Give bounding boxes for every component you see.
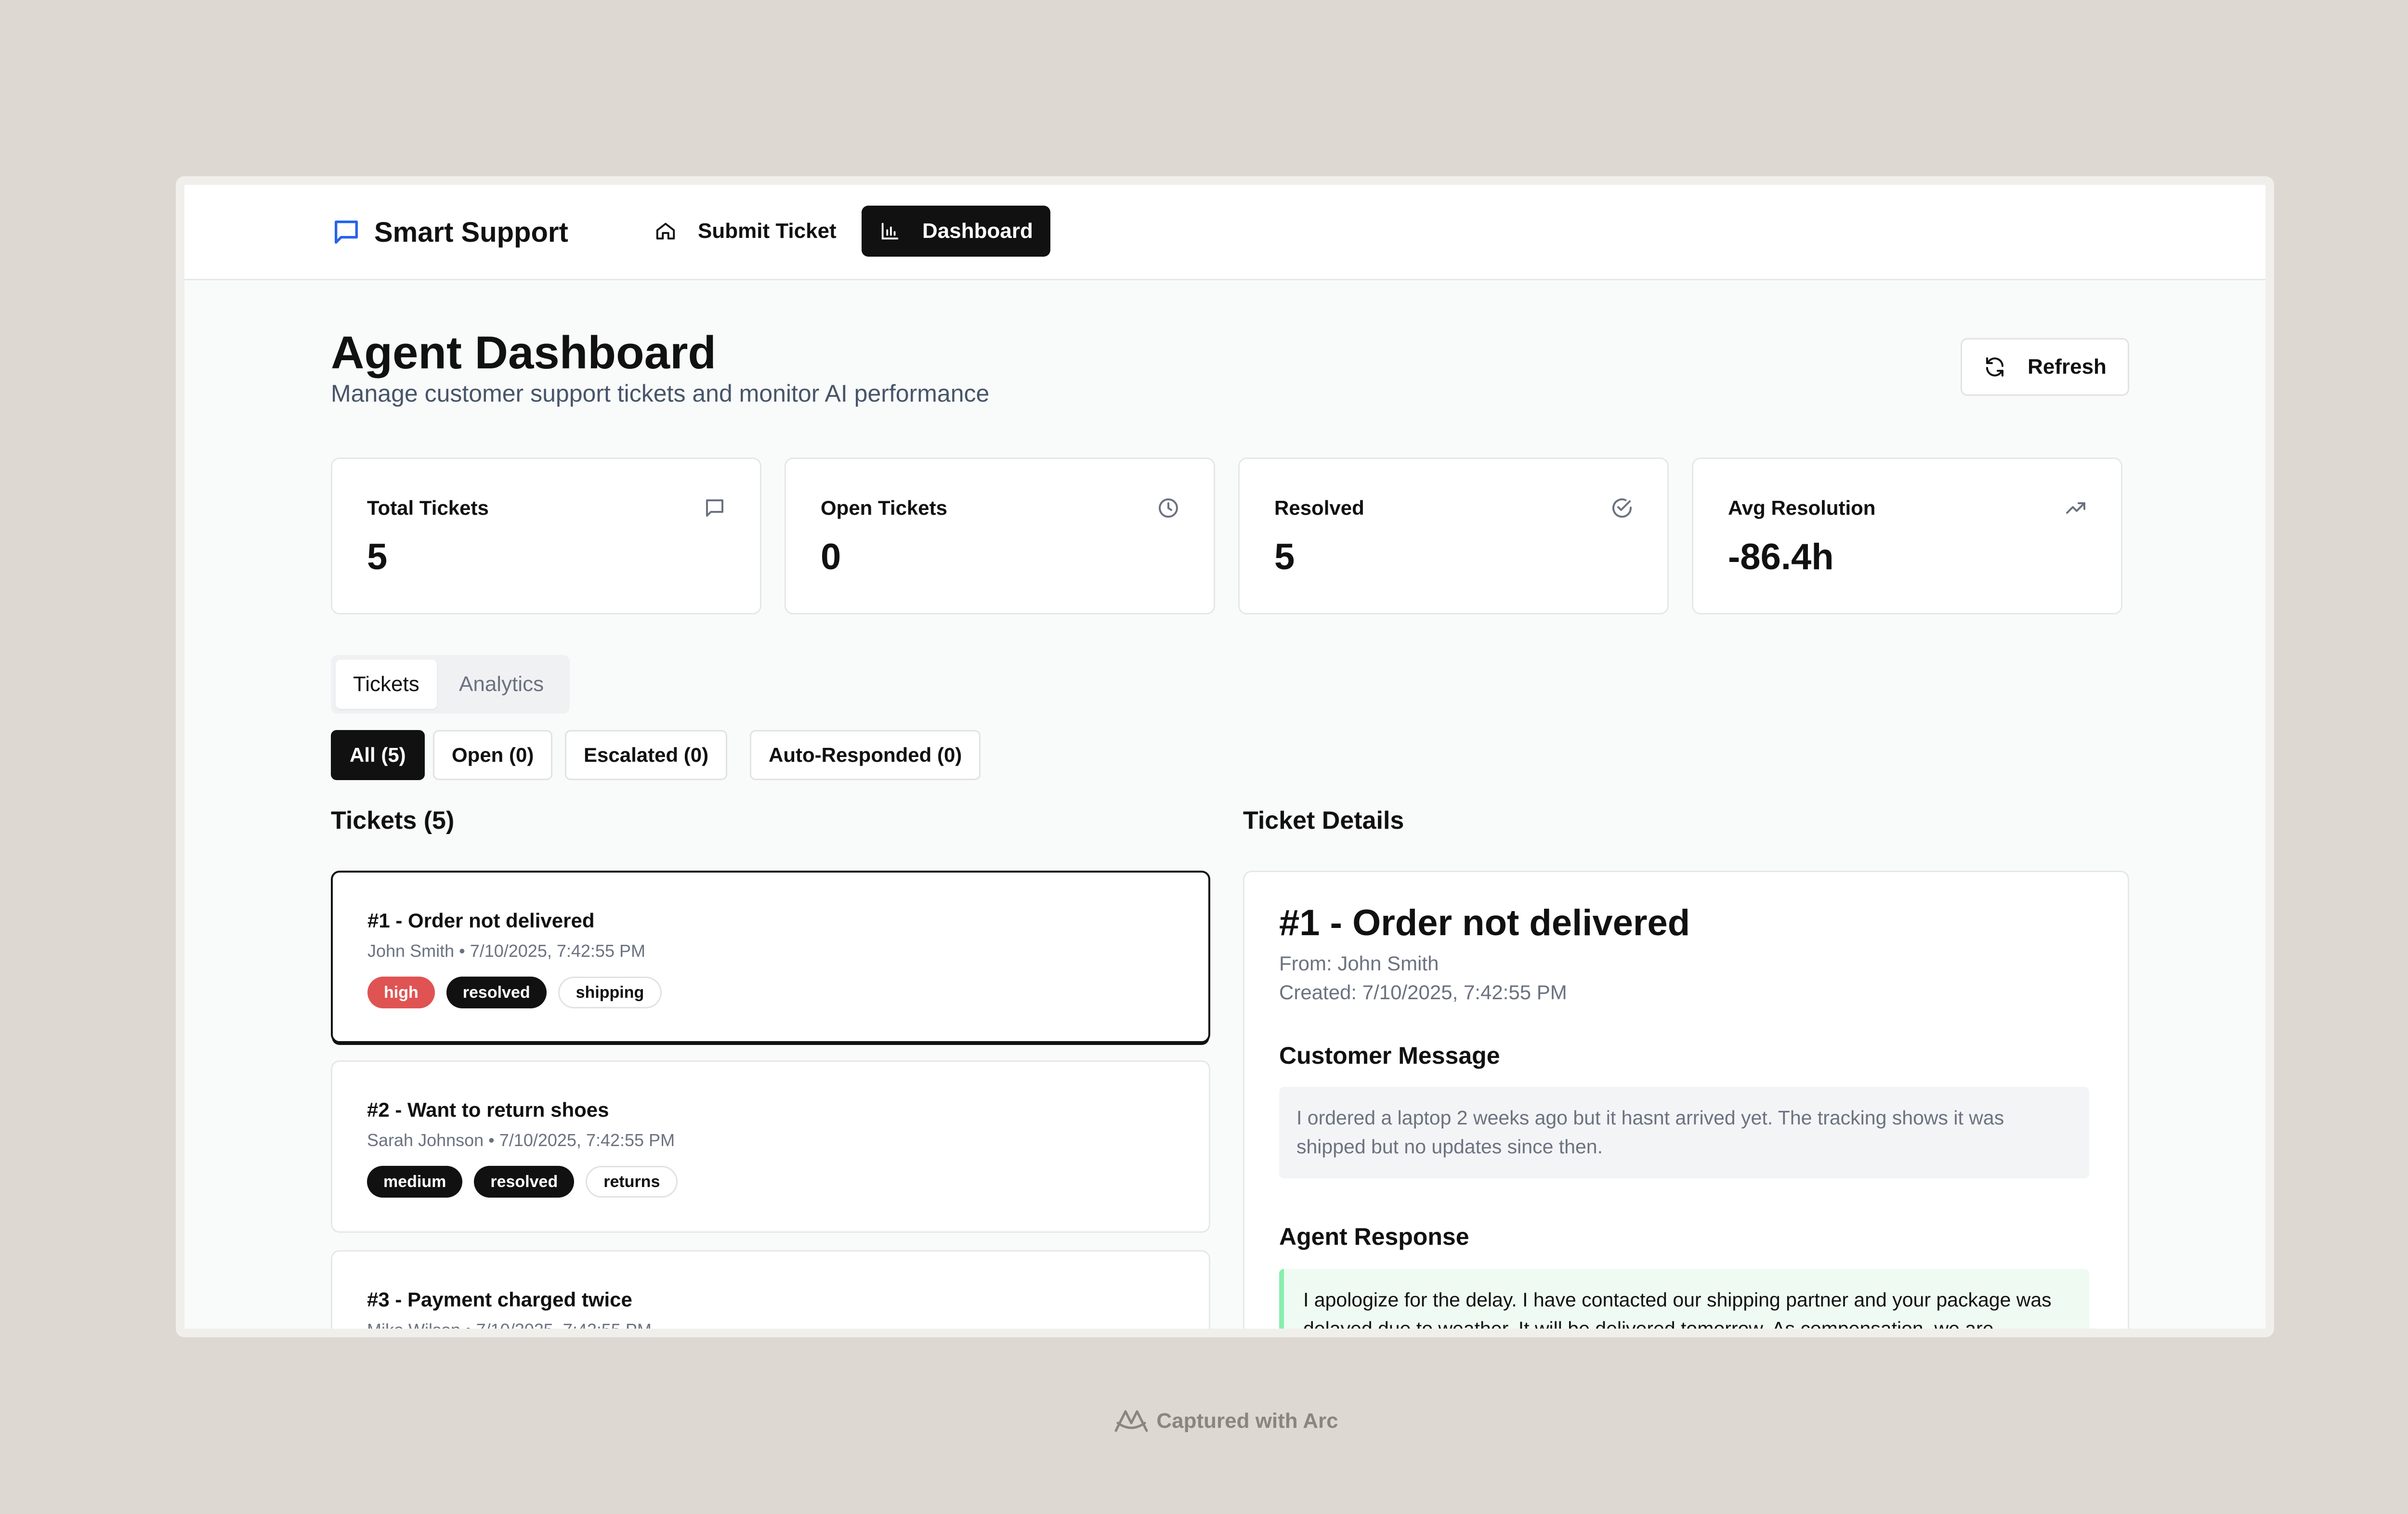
ticket-detail-card: #1 - Order not delivered From: John Smit…: [1243, 871, 2129, 1329]
stat-card-resolved: Resolved 5: [1238, 457, 1669, 614]
clock-icon: [1159, 498, 1178, 518]
tickets-heading: Tickets (5): [331, 807, 455, 835]
arc-logo-icon: [1114, 1410, 1148, 1432]
page-title: Agent Dashboard: [331, 327, 717, 378]
ticket-details-heading: Ticket Details: [1243, 807, 1404, 835]
stat-label: Avg Resolution: [1728, 496, 1876, 519]
customer-message: I ordered a laptop 2 weeks ago but it ha…: [1279, 1087, 2089, 1178]
stat-label: Total Tickets: [367, 496, 489, 519]
capture-footer: Captured with Arc: [0, 1405, 2408, 1437]
stat-card-total: Total Tickets 5: [331, 457, 761, 614]
view-tabs: Tickets Analytics: [331, 655, 570, 714]
agent-response: I apologize for the delay. I have contac…: [1279, 1269, 2089, 1329]
ticket-title: #1 - Order not delivered: [367, 909, 595, 932]
nav-submit-label: Submit Ticket: [698, 219, 837, 243]
ticket-title: #3 - Payment charged twice: [367, 1288, 632, 1311]
tab-analytics[interactable]: Analytics: [442, 660, 561, 709]
check-circle-icon: [1612, 498, 1632, 518]
browser-window: Smart Support Submit Ticket Dashboard Ag…: [176, 176, 2274, 1337]
page-subtitle: Manage customer support tickets and moni…: [331, 380, 990, 407]
stat-value: -86.4h: [1728, 536, 1834, 577]
priority-badge: medium: [367, 1166, 463, 1198]
stat-label: Open Tickets: [821, 496, 947, 519]
priority-badge: high: [367, 977, 435, 1008]
ticket-meta: Mike Wilson • 7/10/2025, 7:42:55 PM: [367, 1320, 652, 1337]
agent-response-heading: Agent Response: [1279, 1223, 1469, 1250]
filter-all[interactable]: All (5): [331, 730, 425, 780]
nav-dashboard[interactable]: Dashboard: [862, 206, 1050, 257]
bar-chart-icon: [881, 222, 899, 240]
refresh-icon: [1986, 357, 2004, 377]
message-icon: [706, 499, 723, 517]
ticket-meta: Sarah Johnson • 7/10/2025, 7:42:55 PM: [367, 1130, 675, 1150]
customer-message-heading: Customer Message: [1279, 1042, 1500, 1069]
stat-value: 5: [367, 536, 388, 577]
brand-title: Smart Support: [374, 216, 568, 248]
ticket-card[interactable]: #1 - Order not delivered John Smith • 7/…: [331, 871, 1210, 1043]
brand[interactable]: Smart Support: [331, 215, 568, 249]
detail-from: From: John Smith: [1279, 952, 1439, 975]
stat-value: 0: [821, 536, 841, 577]
refresh-button[interactable]: Refresh: [1961, 338, 2129, 396]
stat-value: 5: [1274, 536, 1295, 577]
ticket-card[interactable]: #2 - Want to return shoes Sarah Johnson …: [331, 1060, 1210, 1233]
footer-text: Captured with Arc: [1156, 1409, 1338, 1433]
category-badge: returns: [586, 1166, 678, 1198]
detail-title: #1 - Order not delivered: [1279, 902, 1690, 943]
nav-submit-ticket[interactable]: Submit Ticket: [637, 206, 854, 257]
ticket-meta: John Smith • 7/10/2025, 7:42:55 PM: [367, 941, 645, 961]
detail-created: Created: 7/10/2025, 7:42:55 PM: [1279, 981, 1567, 1004]
filter-open[interactable]: Open (0): [433, 730, 553, 780]
ticket-card[interactable]: #3 - Payment charged twice Mike Wilson •…: [331, 1250, 1210, 1337]
trending-up-icon: [2066, 502, 2085, 514]
filter-escalated[interactable]: Escalated (0): [565, 730, 728, 780]
status-badge: resolved: [474, 1166, 575, 1198]
filter-auto-responded[interactable]: Auto-Responded (0): [750, 730, 981, 780]
chat-bubble-icon: [335, 221, 358, 244]
top-nav: Smart Support Submit Ticket Dashboard: [184, 185, 2265, 280]
ticket-title: #2 - Want to return shoes: [367, 1098, 609, 1121]
nav-dashboard-label: Dashboard: [922, 219, 1033, 243]
home-icon: [656, 222, 675, 240]
category-badge: shipping: [558, 977, 662, 1008]
tab-tickets[interactable]: Tickets: [336, 660, 437, 709]
refresh-label: Refresh: [2028, 355, 2107, 378]
status-badge: resolved: [446, 977, 547, 1008]
stat-card-avg-resolution: Avg Resolution -86.4h: [1692, 457, 2122, 614]
stat-label: Resolved: [1274, 496, 1364, 519]
stat-card-open: Open Tickets 0: [785, 457, 1215, 614]
